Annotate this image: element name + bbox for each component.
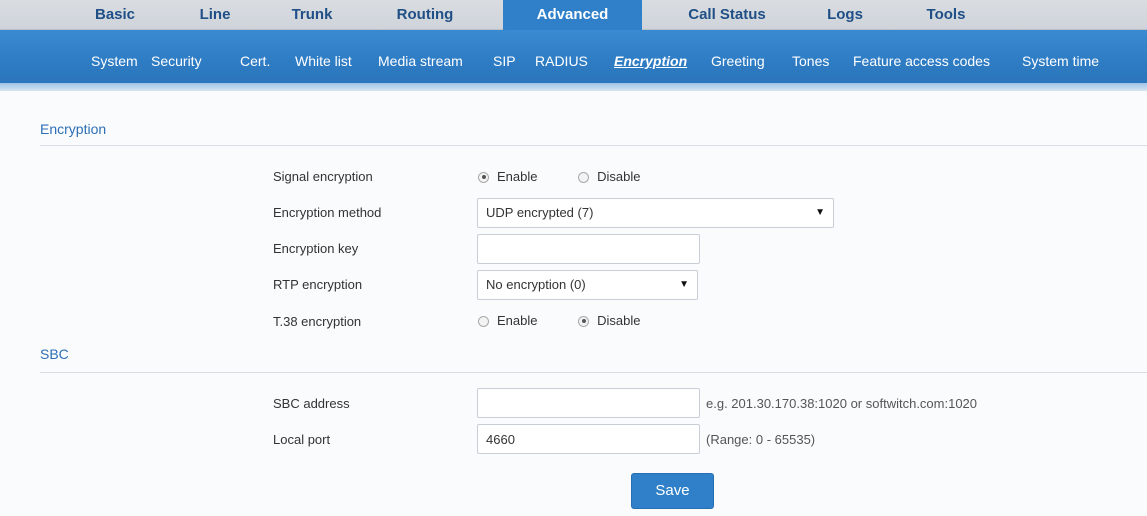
radio-unchecked-icon: [578, 171, 590, 183]
tab-trunk[interactable]: Trunk: [272, 0, 352, 30]
subtab-tones[interactable]: Tones: [792, 52, 829, 70]
radio-label: Enable: [497, 313, 538, 328]
sub-nav-shadow: [0, 83, 1147, 91]
subtab-sip[interactable]: SIP: [493, 52, 516, 70]
subtab-security[interactable]: Security: [151, 52, 202, 70]
rtp-encryption-label: RTP encryption: [273, 277, 363, 292]
tab-tools[interactable]: Tools: [906, 0, 986, 30]
sbc-address-hint: e.g. 201.30.170.38:1020 or softwitch.com…: [706, 396, 978, 411]
radio-checked-icon: [478, 171, 489, 183]
signal-encryption-enable-radio[interactable]: Enable: [478, 169, 537, 185]
encryption-method-select[interactable]: UDP encrypted (7) ▼: [477, 198, 834, 228]
save-button[interactable]: Save: [631, 473, 714, 509]
section-title-encryption: Encryption: [40, 121, 107, 137]
radio-label: Disable: [597, 313, 641, 328]
sbc-address-label: SBC address: [273, 396, 350, 411]
t38-encryption-label: T.38 encryption: [273, 314, 362, 329]
tab-call-status[interactable]: Call Status: [668, 0, 786, 30]
encryption-method-value: UDP encrypted (7): [486, 205, 594, 220]
subtab-cert[interactable]: Cert.: [240, 52, 270, 70]
dropdown-arrow-icon: ▼: [679, 279, 689, 290]
tab-advanced[interactable]: Advanced: [503, 0, 642, 30]
encryption-key-label: Encryption key: [273, 241, 359, 256]
subtab-radius[interactable]: RADIUS: [535, 52, 588, 70]
rtp-encryption-value: No encryption (0): [486, 277, 586, 292]
encryption-method-label: Encryption method: [273, 205, 382, 220]
tab-basic[interactable]: Basic: [72, 0, 158, 30]
dropdown-arrow-icon: ▼: [815, 207, 825, 218]
section-title-sbc: SBC: [40, 346, 69, 362]
signal-encryption-disable-radio[interactable]: Disable: [578, 169, 640, 185]
encryption-key-input[interactable]: [477, 234, 700, 264]
subtab-white-list[interactable]: White list: [295, 52, 352, 70]
local-port-input[interactable]: [477, 424, 700, 454]
sbc-address-input[interactable]: [477, 388, 700, 418]
tab-routing[interactable]: Routing: [375, 0, 475, 30]
subtab-feature-access-codes[interactable]: Feature access codes: [853, 52, 990, 70]
divider: [40, 145, 1147, 146]
tab-line[interactable]: Line: [180, 0, 250, 30]
radio-checked-icon: [578, 315, 590, 327]
signal-encryption-label: Signal encryption: [273, 169, 373, 184]
local-port-hint: (Range: 0 - 65535): [706, 432, 816, 447]
subtab-greeting[interactable]: Greeting: [711, 52, 765, 70]
tab-logs[interactable]: Logs: [810, 0, 880, 30]
divider: [40, 372, 1147, 373]
radio-label: Disable: [597, 169, 641, 184]
subtab-system[interactable]: System: [91, 52, 138, 70]
rtp-encryption-select[interactable]: No encryption (0) ▼: [477, 270, 698, 300]
subtab-system-time[interactable]: System time: [1022, 52, 1099, 70]
radio-unchecked-icon: [478, 315, 489, 327]
t38-encryption-enable-radio[interactable]: Enable: [478, 313, 537, 329]
t38-encryption-radio-group: Enable Disable: [478, 313, 640, 331]
top-nav: Basic Line Trunk Routing Advanced Call S…: [0, 0, 1147, 30]
subtab-media-stream[interactable]: Media stream: [378, 52, 463, 70]
radio-label: Enable: [497, 169, 538, 184]
subtab-encryption[interactable]: Encryption: [614, 52, 687, 70]
t38-encryption-disable-radio[interactable]: Disable: [578, 313, 640, 329]
signal-encryption-radio-group: Enable Disable: [478, 169, 640, 187]
local-port-label: Local port: [273, 432, 331, 447]
